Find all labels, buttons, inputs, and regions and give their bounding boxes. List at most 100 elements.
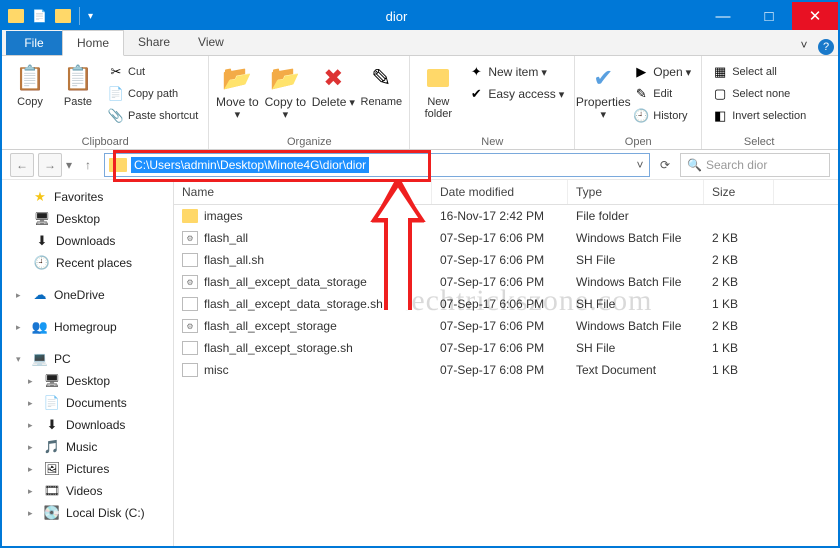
edit-icon: ✎: [633, 86, 649, 102]
paste-shortcut-button[interactable]: 📎Paste shortcut: [104, 106, 202, 126]
table-row[interactable]: flash_all.sh07-Sep-17 6:06 PMSH File2 KB: [174, 249, 838, 271]
cut-button[interactable]: ✂Cut: [104, 62, 202, 82]
table-row[interactable]: flash_all_except_data_storage.sh07-Sep-1…: [174, 293, 838, 315]
tree-item[interactable]: ▸🖥Desktop: [2, 370, 173, 392]
file-size: 2 KB: [704, 318, 774, 334]
desktop-icon: 🖥: [44, 373, 60, 389]
file-size: 1 KB: [704, 362, 774, 378]
maximize-button[interactable]: □: [746, 2, 792, 30]
tree-item[interactable]: ▸⬇Downloads: [2, 414, 173, 436]
table-row[interactable]: ⚙flash_all07-Sep-17 6:06 PMWindows Batch…: [174, 227, 838, 249]
delete-button[interactable]: ✖Delete ▾: [311, 58, 355, 135]
select-all-button[interactable]: ▦Select all: [708, 62, 810, 82]
open-button[interactable]: ▶Open ▾: [629, 62, 695, 82]
ribbon-collapse-icon[interactable]: ˅: [794, 35, 814, 55]
recent-icon: 🕘: [34, 255, 50, 271]
tree-item-recent[interactable]: 🕘 Recent places: [2, 252, 173, 274]
navigation-tree[interactable]: ★Favorites 🖥Desktop ⬇Downloads 🕘Recent p…: [2, 180, 174, 546]
tree-label: Local Disk (C:): [66, 506, 145, 520]
copy-to-button[interactable]: 📂Copy to ▾: [263, 58, 307, 135]
file-date: 07-Sep-17 6:08 PM: [432, 362, 568, 378]
address-bar[interactable]: C:\Users\admin\Desktop\Minote4G\dior\dio…: [104, 153, 650, 177]
refresh-button[interactable]: ⟳: [654, 153, 676, 177]
easy-access-button[interactable]: ✔Easy access ▾: [464, 84, 568, 104]
newitem-icon: ✦: [468, 64, 484, 80]
file-name: flash_all_except_storage: [204, 319, 337, 333]
minimize-button[interactable]: —: [700, 2, 746, 30]
tree-label: Desktop: [66, 374, 110, 388]
select-none-button[interactable]: ▢Select none: [708, 84, 810, 104]
table-row[interactable]: ⚙flash_all_except_storage07-Sep-17 6:06 …: [174, 315, 838, 337]
music-icon: 🎵: [44, 439, 60, 455]
new-item-button[interactable]: ✦New item ▾: [464, 62, 568, 82]
file-date: 07-Sep-17 6:06 PM: [432, 318, 568, 334]
file-type: Text Document: [568, 362, 704, 378]
qat-properties-icon[interactable]: 📄: [32, 9, 47, 23]
column-headers[interactable]: Name Date modified Type Size: [174, 180, 838, 205]
tree-item[interactable]: ▸📄Documents: [2, 392, 173, 414]
copy-path-button[interactable]: 📄Copy path: [104, 84, 202, 104]
file-type: Windows Batch File: [568, 274, 704, 290]
selectall-icon: ▦: [712, 64, 728, 80]
edit-button[interactable]: ✎Edit: [629, 84, 695, 104]
tree-item[interactable]: ▸🎞Videos: [2, 480, 173, 502]
file-date: 07-Sep-17 6:06 PM: [432, 230, 568, 246]
file-size: [704, 208, 774, 224]
file-size: 1 KB: [704, 296, 774, 312]
tree-label: Recent places: [56, 256, 132, 270]
col-type[interactable]: Type: [568, 180, 704, 204]
group-label-open: Open: [581, 135, 695, 149]
tab-file[interactable]: File: [6, 31, 62, 55]
back-button[interactable]: ←: [10, 153, 34, 177]
col-size[interactable]: Size: [704, 180, 774, 204]
properties-icon: ✔: [587, 62, 619, 94]
ribbon: 📋 Copy 📋 Paste ✂Cut 📄Copy path 📎Paste sh…: [2, 56, 838, 150]
recent-locations-icon[interactable]: ▾: [66, 158, 72, 172]
history-button[interactable]: 🕘History: [629, 106, 695, 126]
properties-button[interactable]: ✔Properties ▾: [581, 58, 625, 135]
move-to-button[interactable]: 📂Move to ▾: [215, 58, 259, 135]
help-icon[interactable]: ?: [818, 39, 834, 55]
scissors-icon: ✂: [108, 64, 124, 80]
file-list: Name Date modified Type Size images16-No…: [174, 180, 838, 546]
tree-label: Homegroup: [54, 320, 117, 334]
address-chevron-down-icon[interactable]: ˅: [631, 158, 649, 172]
file-type: SH File: [568, 296, 704, 312]
file-date: 16-Nov-17 2:42 PM: [432, 208, 568, 224]
close-button[interactable]: ✕: [792, 2, 838, 30]
table-row[interactable]: misc07-Sep-17 6:08 PMText Document1 KB: [174, 359, 838, 381]
paste-icon: 📋: [62, 62, 94, 94]
explorer-window: 📄 ▾ dior — □ ✕ File Home Share View ˅ ? …: [0, 0, 840, 548]
file-name: flash_all_except_data_storage.sh: [204, 297, 383, 311]
table-row[interactable]: images16-Nov-17 2:42 PMFile folder: [174, 205, 838, 227]
col-date[interactable]: Date modified: [432, 180, 568, 204]
search-input[interactable]: 🔍 Search dior: [680, 153, 830, 177]
address-path[interactable]: C:\Users\admin\Desktop\Minote4G\dior\dio…: [131, 157, 369, 173]
paste-button[interactable]: 📋 Paste: [56, 58, 100, 135]
rename-button[interactable]: ✎Rename: [359, 58, 403, 135]
tree-pc[interactable]: ▾💻PC: [2, 348, 173, 370]
tab-share[interactable]: Share: [124, 29, 184, 55]
table-row[interactable]: ⚙flash_all_except_data_storage07-Sep-17 …: [174, 271, 838, 293]
forward-button[interactable]: →: [38, 153, 62, 177]
tab-home[interactable]: Home: [62, 30, 124, 56]
tree-onedrive[interactable]: ▸☁OneDrive: [2, 284, 173, 306]
window-title: dior: [93, 9, 700, 24]
table-row[interactable]: flash_all_except_storage.sh07-Sep-17 6:0…: [174, 337, 838, 359]
tree-label: Downloads: [56, 234, 115, 248]
tree-item-desktop[interactable]: 🖥Desktop: [2, 208, 173, 230]
tree-item[interactable]: ▸🖼Pictures: [2, 458, 173, 480]
qat-newfolder-icon[interactable]: [55, 9, 71, 23]
copy-button[interactable]: 📋 Copy: [8, 58, 52, 135]
col-name[interactable]: Name: [174, 180, 432, 204]
tab-view[interactable]: View: [184, 29, 238, 55]
tree-homegroup[interactable]: ▸👥Homegroup: [2, 316, 173, 338]
up-button[interactable]: ↑: [76, 153, 100, 177]
tree-favorites[interactable]: ★Favorites: [2, 186, 173, 208]
invert-selection-button[interactable]: ◧Invert selection: [708, 106, 810, 126]
tree-item[interactable]: ▸💽Local Disk (C:): [2, 502, 173, 524]
new-folder-button[interactable]: New folder: [416, 58, 460, 135]
tree-item[interactable]: ▸🎵Music: [2, 436, 173, 458]
downloads-icon: ⬇: [44, 417, 60, 433]
tree-item-downloads[interactable]: ⬇Downloads: [2, 230, 173, 252]
